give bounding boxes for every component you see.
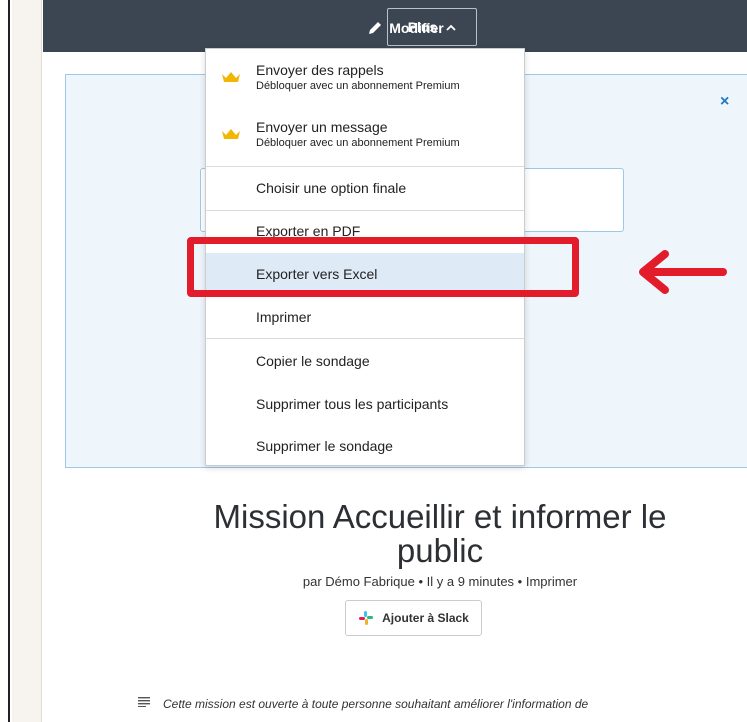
annotation-highlight-box — [187, 237, 579, 297]
chevron-up-icon — [446, 24, 456, 31]
close-icon[interactable]: × — [720, 93, 729, 111]
add-to-slack-label: Ajouter à Slack — [382, 611, 469, 625]
premium-note: Débloquer avec un abonnement Premium — [256, 136, 460, 149]
pencil-icon — [369, 22, 382, 34]
more-button[interactable]: Plus — [387, 8, 477, 46]
menu-item-send-message[interactable]: Envoyer un message Débloquer avec un abo… — [206, 109, 524, 159]
menu-divider — [206, 210, 524, 211]
menu-item-label: Imprimer — [256, 309, 312, 325]
window-edge — [0, 0, 10, 722]
left-gutter — [12, 0, 42, 722]
premium-note: Débloquer avec un abonnement Premium — [256, 79, 460, 92]
more-button-label: Plus — [407, 19, 438, 35]
menu-item-label: Envoyer des rappels — [256, 61, 384, 78]
poll-title: Mission Accueillir et informer le public — [140, 500, 740, 568]
menu-item-delete-poll[interactable]: Supprimer le sondage — [206, 426, 524, 466]
add-to-slack-button[interactable]: Ajouter à Slack — [345, 600, 482, 636]
menu-item-label: Supprimer le sondage — [256, 438, 393, 454]
menu-item-label: Copier le sondage — [256, 353, 370, 369]
poll-title-line: public — [396, 532, 484, 569]
menu-item-delete-all-participants[interactable]: Supprimer tous les participants — [206, 383, 524, 425]
screenshot-frame: Modifier × Plus Envoyer des rappels Débl… — [0, 0, 747, 722]
text-lines-icon — [138, 697, 150, 707]
crown-icon — [222, 129, 240, 139]
menu-item-label: Supprimer tous les participants — [256, 396, 449, 412]
menu-divider — [206, 338, 524, 339]
slack-icon — [359, 611, 374, 625]
poll-description: Cette mission est ouverte à toute person… — [163, 697, 589, 711]
menu-item-label: Choisir une option finale — [256, 180, 407, 196]
menu-item-choose-final-option[interactable]: Choisir une option finale — [206, 167, 524, 209]
menu-item-copy-poll[interactable]: Copier le sondage — [206, 340, 524, 382]
menu-item-print[interactable]: Imprimer — [206, 296, 524, 338]
poll-title-line: Mission Accueillir et informer le — [213, 498, 667, 535]
crown-icon — [222, 72, 240, 82]
menu-item-label: Envoyer un message — [256, 118, 388, 135]
annotation-arrow-icon — [639, 250, 727, 294]
poll-byline: par Démo Fabrique • Il y a 9 minutes • I… — [302, 574, 578, 589]
menu-item-send-reminders[interactable]: Envoyer des rappels Débloquer avec un ab… — [206, 52, 524, 102]
